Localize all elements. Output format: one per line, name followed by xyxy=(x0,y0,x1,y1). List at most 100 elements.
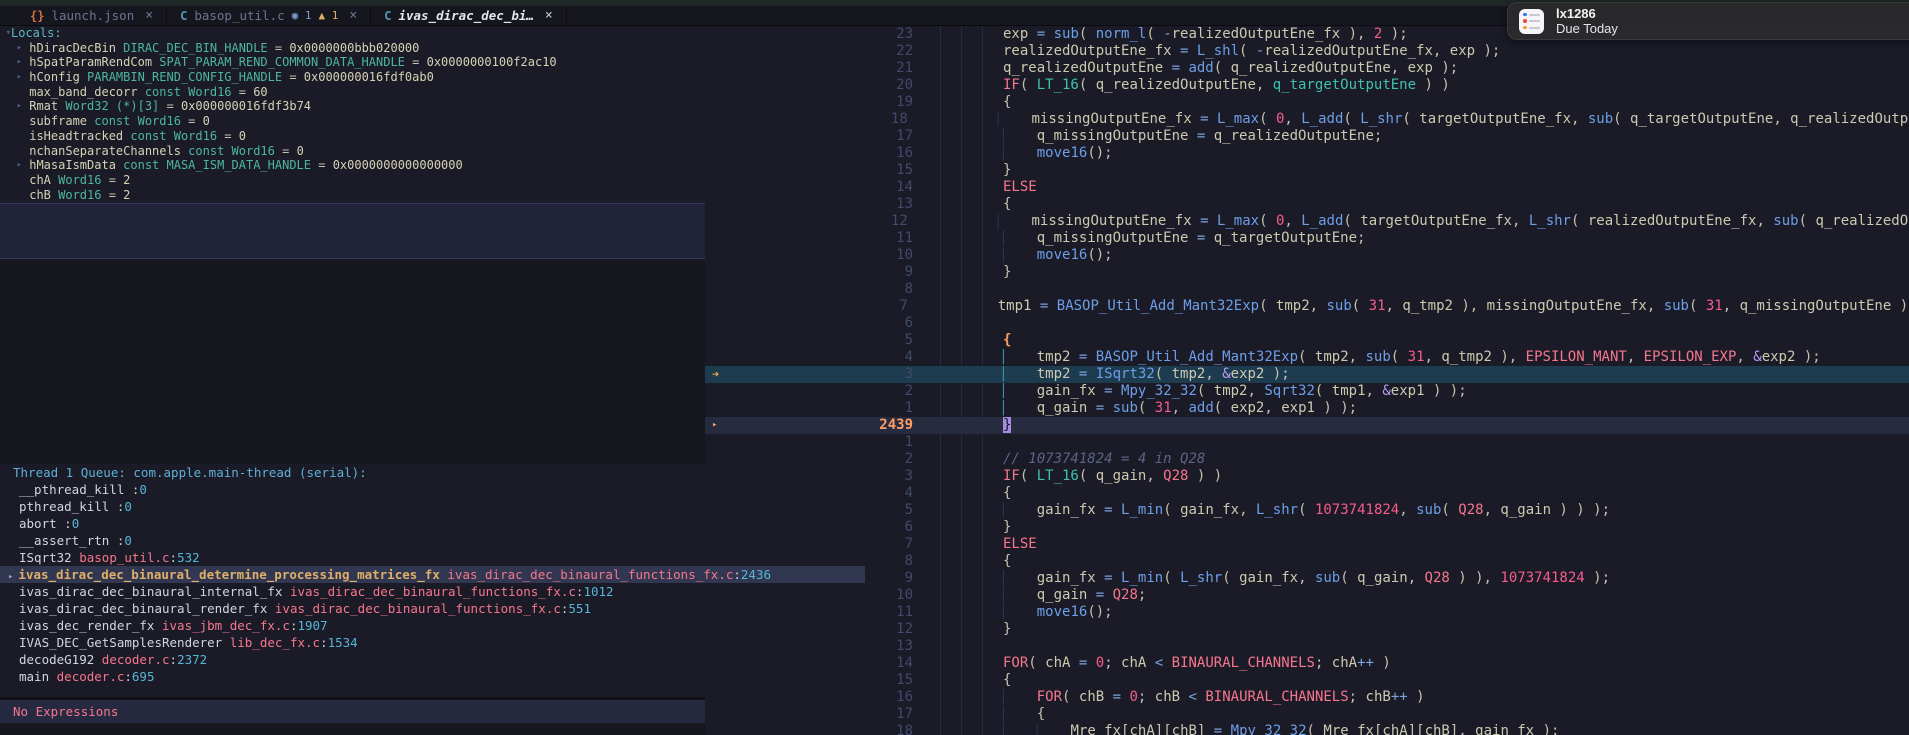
code-line[interactable]: 17 ▏ { xyxy=(705,706,1909,723)
line-number[interactable]: 6 xyxy=(745,315,913,332)
code-line[interactable]: 1 xyxy=(705,434,1909,451)
line-number[interactable]: 8 xyxy=(745,281,913,298)
expand-arrow-icon[interactable]: ▸ xyxy=(0,158,22,173)
close-icon[interactable]: × xyxy=(141,8,153,23)
line-number[interactable]: 4 xyxy=(745,349,913,366)
code-line[interactable]: 11 ▏ q_missingOutputEne = q_targetOutputE… xyxy=(705,230,1909,247)
code-line-execution[interactable]: ➔ 3 ▏ tmp2 = ISqrt32( tmp2, &exp2 ); xyxy=(705,366,1909,383)
line-number[interactable]: 11 xyxy=(745,604,913,621)
line-number[interactable]: 13 xyxy=(745,196,913,213)
tab-basop-util-c[interactable]: Cbasop_util.c ◉ 1 ▲ 1 × xyxy=(167,6,372,25)
line-number[interactable]: 12 xyxy=(744,213,908,230)
code-line[interactable]: 14 FOR( chA = 0; chA < BINAURAL_CHANNELS;… xyxy=(705,655,1909,672)
stack-frame[interactable]: ISqrt32 basop_util.c:532 xyxy=(0,549,705,566)
locals-variable-row[interactable]: ▸ hMasaIsmData const MASA_ISM_DATA_HANDL… xyxy=(0,158,705,173)
stack-frame[interactable]: __assert_rtn :0 xyxy=(0,532,705,549)
line-number[interactable]: 14 xyxy=(745,179,913,196)
line-number[interactable]: 17 xyxy=(745,128,913,145)
line-number[interactable]: 5 xyxy=(745,332,913,349)
line-number[interactable]: 16 xyxy=(745,145,913,162)
locals-variable-row[interactable]: ▸ hDiracDecBin DIRAC_DEC_BIN_HANDLE = 0x… xyxy=(0,41,705,56)
code-line[interactable]: 7 tmp1 = BASOP_Util_Add_Mant32Exp( tmp2, … xyxy=(705,298,1909,315)
code-line[interactable]: 9 ▏ gain_fx = L_min( L_shr( gain_fx, sub(… xyxy=(705,570,1909,587)
line-number[interactable]: 13 xyxy=(745,638,913,655)
code-line[interactable]: 3 IF( LT_16( q_gain, Q28 ) ) xyxy=(705,468,1909,485)
code-editor[interactable]: 23 exp = sub( norm_l( -realizedOutputEne_… xyxy=(705,26,1909,735)
stack-frame[interactable]: ivas_dec_render_fx ivas_jbm_dec_fx.c:190… xyxy=(0,617,705,634)
stack-frame[interactable]: ivas_dirac_dec_binaural_internal_fx ivas… xyxy=(0,583,705,600)
line-number[interactable]: 7 xyxy=(744,298,907,315)
code-line[interactable]: 5{ xyxy=(705,332,1909,349)
code-line[interactable]: 16 ▏ FOR( chB = 0; chB < BINAURAL_CHANNEL… xyxy=(705,689,1909,706)
line-number[interactable]: 22 xyxy=(745,43,913,60)
line-number[interactable]: 3 xyxy=(745,366,913,383)
line-number[interactable]: 5 xyxy=(745,502,913,519)
line-number[interactable]: 15 xyxy=(745,162,913,179)
locals-header[interactable]: ▾Locals: xyxy=(0,26,705,41)
code-line[interactable]: 12 ▏ missingOutputEne_fx = L_max( 0, L_ad… xyxy=(705,213,1909,230)
line-number[interactable]: 6 xyxy=(745,519,913,536)
code-line[interactable]: 1 ▏ q_gain = sub( 31, add( exp2, exp1 ) )… xyxy=(705,400,1909,417)
code-line[interactable]: 22 realizedOutputEne_fx = L_shl( -realize… xyxy=(705,43,1909,60)
code-line[interactable]: 2 // 1073741824 = 4 in Q28 xyxy=(705,451,1909,468)
line-number[interactable]: 17 xyxy=(745,706,913,723)
expand-arrow-icon[interactable]: ▸ xyxy=(0,99,22,114)
code-line[interactable]: 13 xyxy=(705,638,1909,655)
code-line[interactable]: 8{ xyxy=(705,553,1909,570)
code-line[interactable]: 11 ▏ move16(); xyxy=(705,604,1909,621)
stack-frame[interactable]: main decoder.c:695 xyxy=(0,668,705,685)
code-line[interactable]: 15} xyxy=(705,162,1909,179)
code-line[interactable]: 14 ELSE xyxy=(705,179,1909,196)
line-number[interactable]: 21 xyxy=(745,60,913,77)
stack-frame[interactable]: __pthread_kill :0 xyxy=(0,481,705,498)
line-number[interactable]: 2439 xyxy=(745,417,913,434)
code-line[interactable]: 10 ▏ q_gain = Q28; xyxy=(705,587,1909,604)
line-number[interactable]: 16 xyxy=(745,689,913,706)
stack-frame[interactable]: ivas_dirac_dec_binaural_render_fx ivas_d… xyxy=(0,600,705,617)
expand-arrow-icon[interactable]: ▸ xyxy=(0,41,22,56)
line-number[interactable]: 9 xyxy=(745,264,913,281)
stack-frame-selected[interactable]: ▸ ivas_dirac_dec_binaural_determine_proce… xyxy=(0,566,865,583)
line-number[interactable]: 2 xyxy=(745,451,913,468)
code-line[interactable]: 6 xyxy=(705,315,1909,332)
expand-arrow-icon[interactable]: ▸ xyxy=(0,70,22,85)
code-line[interactable]: 21 q_realizedOutputEne = add( q_realizedO… xyxy=(705,60,1909,77)
stack-frame[interactable]: abort :0 xyxy=(0,515,705,532)
code-line[interactable]: 8 xyxy=(705,281,1909,298)
line-number[interactable]: 10 xyxy=(745,587,913,604)
reminder-notification[interactable]: lx1286 Due Today xyxy=(1507,2,1909,40)
line-number[interactable]: 18 xyxy=(744,111,908,128)
stack-frame[interactable]: decodeG192 decoder.c:2372 xyxy=(0,651,705,668)
line-number[interactable]: 10 xyxy=(745,247,913,264)
code-line[interactable]: 16 ▏ move16(); xyxy=(705,145,1909,162)
line-number[interactable]: 3 xyxy=(745,468,913,485)
code-line[interactable]: 5 ▏ gain_fx = L_min( gain_fx, L_shr( 1073… xyxy=(705,502,1909,519)
code-line-current[interactable]: ▸ 2439} xyxy=(705,417,1909,434)
line-number[interactable]: 23 xyxy=(745,26,913,43)
line-number[interactable]: 7 xyxy=(745,536,913,553)
tab-launch-json[interactable]: {} launch.json × xyxy=(17,6,168,25)
code-line[interactable]: 18 ▏ missingOutputEne_fx = L_max( 0, L_ad… xyxy=(705,111,1909,128)
line-number[interactable]: 1 xyxy=(745,434,913,451)
code-line[interactable]: 4 ▏ tmp2 = BASOP_Util_Add_Mant32Exp( tmp2… xyxy=(705,349,1909,366)
line-number[interactable]: 1 xyxy=(745,400,913,417)
code-line[interactable]: 2 ▏ gain_fx = Mpy_32_32( tmp2, Sqrt32( tm… xyxy=(705,383,1909,400)
expand-arrow-icon[interactable]: ▸ xyxy=(0,55,22,70)
line-number[interactable]: 4 xyxy=(745,485,913,502)
code-line[interactable]: 6} xyxy=(705,519,1909,536)
code-line[interactable]: 9} xyxy=(705,264,1909,281)
code-line[interactable]: 10 ▏ move16(); xyxy=(705,247,1909,264)
line-number[interactable]: 19 xyxy=(745,94,913,111)
line-number[interactable]: 11 xyxy=(745,230,913,247)
line-number[interactable]: 15 xyxy=(745,672,913,689)
line-number[interactable]: 20 xyxy=(745,77,913,94)
close-icon[interactable]: × xyxy=(541,8,553,23)
code-line[interactable]: 4{ xyxy=(705,485,1909,502)
code-line[interactable]: 18 ▏ ▏ Mre_fx[chA][chB] = Mpy_32_32( Mre_… xyxy=(705,723,1909,735)
code-line[interactable]: 13 { xyxy=(705,196,1909,213)
stack-frame[interactable]: IVAS_DEC_GetSamplesRenderer lib_dec_fx.c… xyxy=(0,634,705,651)
tab-ivas-dirac-dec-bi-[interactable]: Civas_dirac_dec_bi… × xyxy=(371,6,567,25)
code-line[interactable]: 12} xyxy=(705,621,1909,638)
code-line[interactable]: 20 IF( LT_16( q_realizedOutputEne, q_targ… xyxy=(705,77,1909,94)
locals-variable-row[interactable]: ▸ hSpatParamRendCom SPAT_PARAM_REND_COMM… xyxy=(0,55,705,70)
